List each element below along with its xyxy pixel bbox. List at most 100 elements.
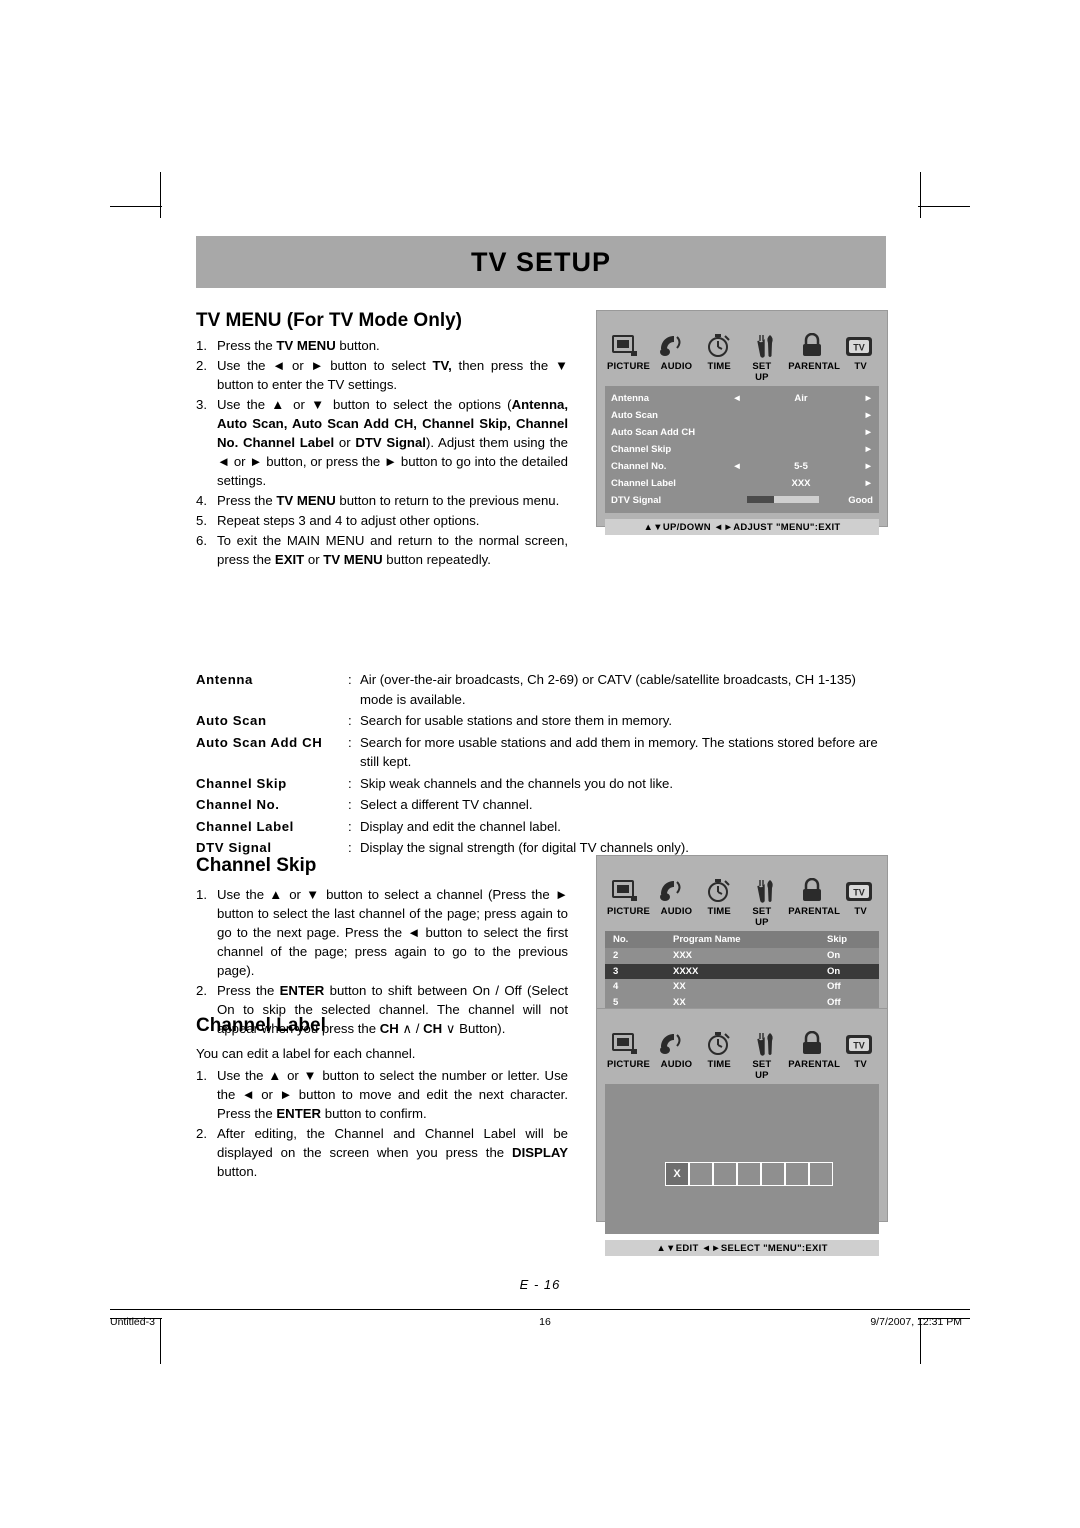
picture-icon[interactable] (607, 1027, 644, 1057)
time-icon[interactable] (700, 1027, 737, 1057)
left-arrow-icon[interactable]: ◄ (729, 393, 745, 404)
time-icon[interactable] (700, 329, 737, 359)
parental-lock-icon[interactable] (794, 874, 831, 904)
table-row[interactable]: 4 XX Off (605, 979, 879, 995)
footer-row: Untitled-3 16 9/7/2007, 12:31 PM (110, 1316, 970, 1328)
parental-lock-icon[interactable] (794, 1027, 831, 1057)
label-char-box[interactable]: X (665, 1162, 689, 1186)
definition-colon: : (348, 672, 352, 687)
right-arrow-icon[interactable]: ► (857, 427, 873, 438)
label-char-box[interactable] (809, 1162, 833, 1186)
right-arrow-icon[interactable]: Good (835, 495, 873, 506)
osd-channel-label: TV PICTURE AUDIO TIME SET UP PARENTAL TV X ▲▼… (596, 1008, 888, 1256)
osd-tab-audio[interactable]: AUDIO (660, 361, 693, 383)
label-char-box[interactable] (785, 1162, 809, 1186)
definition-description: Search for usable stations and store the… (360, 713, 673, 728)
table-row[interactable]: 3 XXXX On (605, 963, 879, 979)
osd-tab-time[interactable]: TIME (703, 361, 736, 383)
label-char-box[interactable] (689, 1162, 713, 1186)
definition-description: Air (over-the-air broadcasts, Ch 2-69) o… (360, 672, 856, 707)
footer-pagenum: 16 (539, 1316, 551, 1328)
definition-row: Channel Skip: Skip weak channels and the … (196, 774, 886, 794)
osd-tab-picture[interactable]: PICTURE (607, 906, 650, 928)
osd-tab-set-up[interactable]: SET UP (746, 1059, 779, 1081)
table-column-header: Skip (827, 934, 848, 945)
osd-footer-hint: ▲▼UP/DOWN ◄►ADJUST "MENU":EXIT (605, 519, 879, 535)
tv-icon[interactable]: TV (840, 874, 877, 904)
definition-term: Auto Scan Add CH (196, 734, 323, 750)
osd-menu-row[interactable]: Channel Label XXX ► (605, 475, 879, 492)
osd-tab-picture[interactable]: PICTURE (607, 1059, 650, 1081)
heading-tv-menu: TV MENU (For TV Mode Only) (196, 310, 462, 331)
crop-mark-tl-v (160, 172, 161, 218)
label-character-boxes[interactable]: X (665, 1162, 833, 1186)
picture-icon[interactable] (607, 329, 644, 359)
right-arrow-icon[interactable]: ► (857, 410, 873, 421)
footer-divider (110, 1309, 970, 1310)
time-icon[interactable] (700, 874, 737, 904)
osd-row-label: Channel Skip (611, 444, 672, 455)
step-item: 3. Use the ▲ or ▼ button to select the op… (196, 395, 568, 490)
tv-icon[interactable]: TV (840, 329, 877, 359)
label-char-box[interactable] (761, 1162, 785, 1186)
crop-mark-tl-h (110, 206, 162, 207)
osd-tab-parental[interactable]: PARENTAL (788, 1059, 840, 1081)
osd-tab-tv[interactable]: TV (844, 361, 877, 383)
osd-tab-set-up[interactable]: SET UP (746, 906, 779, 928)
audio-icon[interactable] (654, 329, 691, 359)
right-arrow-icon[interactable]: ► (857, 478, 873, 489)
setup-icon[interactable] (747, 874, 784, 904)
osd-row-value: Air (794, 393, 808, 404)
osd-tab-audio[interactable]: AUDIO (660, 906, 693, 928)
audio-icon[interactable] (654, 874, 691, 904)
right-arrow-icon[interactable]: ► (857, 444, 873, 455)
step-text: Use the ▲ or ▼ button to select the opti… (217, 397, 569, 488)
osd-tab-tv[interactable]: TV (844, 1059, 877, 1081)
osd-menu-row[interactable]: Channel Skip ► (605, 441, 879, 458)
audio-icon[interactable] (654, 1027, 691, 1057)
step-text: Press the TV MENU button to return to th… (217, 493, 560, 508)
tv-menu-steps: 1. Press the TV MENU button. 2. Use the ◄ o… (196, 336, 568, 570)
osd-menu-row[interactable]: DTV Signal Good (605, 492, 879, 509)
osd-menu-rows: Antenna ◄ Air ► Auto Scan ► Auto Scan Add CH ► C… (605, 386, 879, 513)
osd-menu-row[interactable]: Channel No. ◄ 5-5 ► (605, 458, 879, 475)
right-arrow-icon[interactable]: ► (857, 393, 873, 404)
step-number: 6. (196, 533, 207, 548)
osd-tab-time[interactable]: TIME (703, 906, 736, 928)
crop-mark-tr-h (918, 206, 970, 207)
cell-skip-state: On (827, 965, 841, 977)
osd-menu-row[interactable]: Auto Scan ► (605, 407, 879, 424)
definition-colon: : (348, 775, 352, 791)
parental-lock-icon[interactable] (794, 329, 831, 359)
step-item: 1. Use the ▲ or ▼ button to select the nu… (196, 1066, 568, 1123)
table-row[interactable]: 2 XXX On (605, 948, 879, 964)
heading-channel-label: Channel Label (196, 1015, 326, 1036)
osd-tv-menu: TV PICTURE AUDIO TIME SET UP PARENTAL TV Ante… (596, 310, 888, 535)
osd-icon-row-2: TV (597, 856, 887, 904)
osd-row-value (745, 495, 835, 506)
osd-menu-row[interactable]: Antenna ◄ Air ► (605, 390, 879, 407)
setup-icon[interactable] (747, 1027, 784, 1057)
setup-icon[interactable] (747, 329, 784, 359)
osd-tab-time[interactable]: TIME (703, 1059, 736, 1081)
signal-strength-bar (747, 496, 819, 503)
tv-icon[interactable]: TV (840, 1027, 877, 1057)
step-text: Repeat steps 3 and 4 to adjust other opt… (217, 513, 480, 528)
picture-icon[interactable] (607, 874, 644, 904)
right-arrow-icon[interactable]: ► (857, 461, 873, 472)
left-arrow-icon[interactable]: ◄ (729, 461, 745, 472)
step-text: Press the TV MENU button. (217, 338, 380, 353)
osd-tab-audio[interactable]: AUDIO (660, 1059, 693, 1081)
page-title: TV SETUP (470, 246, 612, 277)
label-char-box[interactable] (713, 1162, 737, 1186)
osd-menu-row[interactable]: Auto Scan Add CH ► (605, 424, 879, 441)
osd-tab-tv[interactable]: TV (844, 906, 877, 928)
definition-colon: : (348, 840, 352, 855)
label-char-box[interactable] (737, 1162, 761, 1186)
footer-filename: Untitled-3 (110, 1316, 155, 1328)
osd-tab-set-up[interactable]: SET UP (746, 361, 779, 383)
step-item: 4. Press the TV MENU button to return to … (196, 491, 568, 510)
osd-tab-picture[interactable]: PICTURE (607, 361, 650, 383)
osd-tab-parental[interactable]: PARENTAL (788, 361, 840, 383)
osd-tab-parental[interactable]: PARENTAL (788, 906, 840, 928)
